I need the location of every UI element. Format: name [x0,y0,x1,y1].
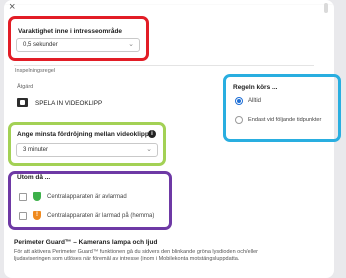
delay-value: 3 minuter [23,147,49,153]
checkbox-armed-home[interactable] [19,212,27,220]
action-label: Åtgärd [17,84,34,90]
perimeter-line-2: ljudaviseringen som utlöses när föremål … [14,256,240,262]
perimeter-line-1: För att aktivera Perimeter Guard™ funkti… [14,249,258,255]
except-label: Utom då ... [17,174,51,181]
perimeter-description: För att aktivera Perimeter Guard™ funkti… [14,249,318,263]
film-icon [17,98,28,107]
chevron-down-icon: ⌄ [146,146,152,153]
radio-scheduled-label: Endast vid följande tidpunkter [248,117,322,123]
duration-select[interactable]: 0,5 sekunder ⌄ [16,38,140,52]
except-armed-home-label: Centralapparaten är larmad på (hemma) [47,213,155,219]
duration-value: 0,5 sekunder [23,42,58,48]
radio-scheduled[interactable] [235,116,243,124]
delay-label: Ange minsta fördröjning mellan videoklip… [17,131,149,138]
panel-top-edge [4,4,334,5]
chevron-down-icon: ⌄ [128,41,134,48]
radio-always[interactable] [235,97,243,105]
duration-label: Varaktighet inne i intresseområde [18,28,123,35]
info-icon[interactable]: i [148,130,156,138]
close-icon[interactable]: × [9,2,15,13]
delay-select[interactable]: 3 minuter ⌄ [16,143,158,157]
section-title: Inspelningsregel [15,68,56,74]
shield-green-icon [33,192,41,201]
scrollbar-thumb[interactable] [324,3,328,13]
divider [14,65,314,66]
perimeter-title: Perimeter Guard™ – Kamerans lampa och lj… [14,239,158,246]
checkbox-disarmed[interactable] [19,193,27,201]
rule-label: Regeln körs ... [233,84,278,91]
radio-always-label: Alltid [248,98,262,104]
except-disarmed-label: Centralapparaten är avlarmad [47,194,127,200]
shield-orange-icon [33,211,41,220]
action-value: SPELA IN VIDEOKLIPP [35,100,103,107]
